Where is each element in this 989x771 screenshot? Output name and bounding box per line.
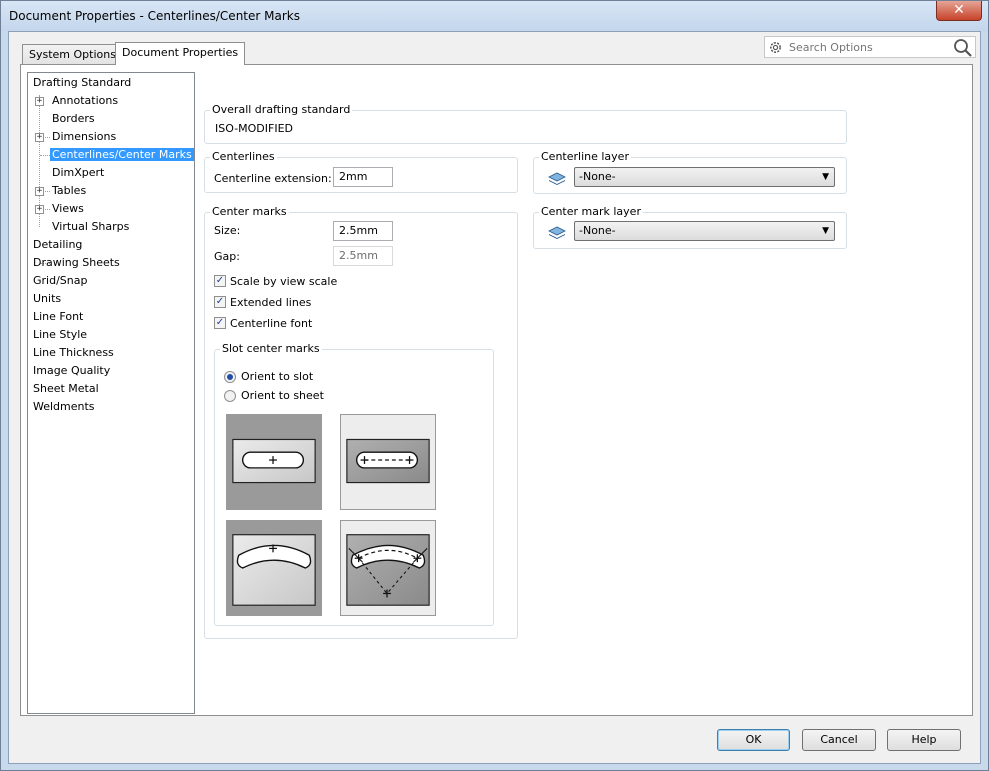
center-marks-title: Center marks [210,205,289,218]
chevron-down-icon: ▼ [822,226,829,236]
gap-label: Gap: [214,250,240,263]
tree-item-line-font[interactable]: Line Font [33,309,83,325]
search-box[interactable] [764,36,976,58]
layer-icon [548,172,566,185]
orient-to-slot-radio[interactable] [224,371,236,383]
orient-to-sheet-radio[interactable] [224,390,236,402]
expander-dimensions[interactable]: + [35,133,44,142]
orient-to-slot-label: Orient to slot [241,370,314,383]
window-title: Document Properties - Centerlines/Center… [9,9,300,23]
chevron-down-icon: ▼ [822,172,829,182]
centerline-font-checkbox[interactable]: ✓ [214,317,226,329]
tree-item-units[interactable]: Units [33,291,61,307]
tab-document-properties[interactable]: Document Properties [115,42,246,65]
tree-item-dimxpert[interactable]: DimXpert [52,165,104,181]
dialog-window: Document Properties - Centerlines/Center… [0,0,989,771]
dialog-client: System Options Document Properties Searc… [8,31,981,764]
overall-standard-value: ISO-MODIFIED [215,122,294,135]
arc-slot-radial-mark-image[interactable] [340,520,436,616]
centermark-layer-dropdown[interactable]: -None- ▼ [574,221,835,241]
gap-field: 2.5mm [333,246,393,266]
search-icon[interactable] [953,38,973,58]
centerline-layer-value: -None- [579,170,616,183]
centerline-extension-field[interactable]: 2mm [333,167,393,187]
tree-item-sheet-metal[interactable]: Sheet Metal [33,381,99,397]
straight-slot-double-mark-image[interactable] [340,414,436,510]
options-tree: Drafting Standard + Annotations Borders … [27,72,195,714]
expander-views[interactable]: + [35,205,44,214]
tree-item-grid-snap[interactable]: Grid/Snap [33,273,87,289]
centerline-layer-dropdown[interactable]: -None- ▼ [574,167,835,187]
title-bar: Document Properties - Centerlines/Center… [1,1,988,31]
tree-item-dimensions[interactable]: Dimensions [52,129,116,145]
centerline-layer-title: Centerline layer [539,150,631,163]
tree-item-weldments[interactable]: Weldments [33,399,95,415]
layer-icon [548,226,566,239]
tab-system-options[interactable]: System Options [22,44,123,64]
close-button[interactable]: ✕ [936,1,982,21]
tree-item-drafting-standard[interactable]: Drafting Standard [33,75,131,91]
tree-item-line-thickness[interactable]: Line Thickness [33,345,114,361]
cancel-button[interactable]: Cancel [802,729,876,751]
tree-item-borders[interactable]: Borders [52,111,95,127]
tree-item-detailing[interactable]: Detailing [33,237,82,253]
tree-item-tables[interactable]: Tables [52,183,86,199]
extended-lines-label: Extended lines [230,296,312,309]
extended-lines-checkbox[interactable]: ✓ [214,296,226,308]
help-button[interactable]: Help [887,729,961,751]
size-label: Size: [214,224,241,237]
centerline-extension-label: Centerline extension: [214,172,332,185]
slot-center-marks-title: Slot center marks [220,342,322,355]
tree-item-views[interactable]: Views [52,201,84,217]
scale-by-view-label: Scale by view scale [230,275,338,288]
gear-icon [770,42,781,53]
properties-panel: Drafting Standard + Annotations Borders … [20,64,973,716]
overall-standard-title: Overall drafting standard [210,103,353,116]
orient-to-sheet-label: Orient to sheet [241,389,324,402]
arc-slot-single-mark-image[interactable] [226,520,322,616]
search-input[interactable] [787,39,947,55]
straight-slot-single-mark-image[interactable] [226,414,322,510]
centermark-layer-value: -None- [579,224,616,237]
expander-annotations[interactable]: + [35,97,44,106]
tree-item-drawing-sheets[interactable]: Drawing Sheets [33,255,120,271]
tree-item-image-quality[interactable]: Image Quality [33,363,110,379]
tree-item-line-style[interactable]: Line Style [33,327,87,343]
expander-tables[interactable]: + [35,187,44,196]
centermark-layer-title: Center mark layer [539,205,643,218]
ok-button[interactable]: OK [717,729,790,751]
centerlines-title: Centerlines [210,150,277,163]
size-field[interactable]: 2.5mm [333,221,393,241]
tree-item-virtual-sharps[interactable]: Virtual Sharps [52,219,129,235]
tree-item-centerlines-center-marks[interactable]: Centerlines/Center Marks [50,147,194,163]
scale-by-view-checkbox[interactable]: ✓ [214,275,226,287]
tree-item-annotations[interactable]: Annotations [52,93,118,109]
centerline-font-label: Centerline font [230,317,313,330]
